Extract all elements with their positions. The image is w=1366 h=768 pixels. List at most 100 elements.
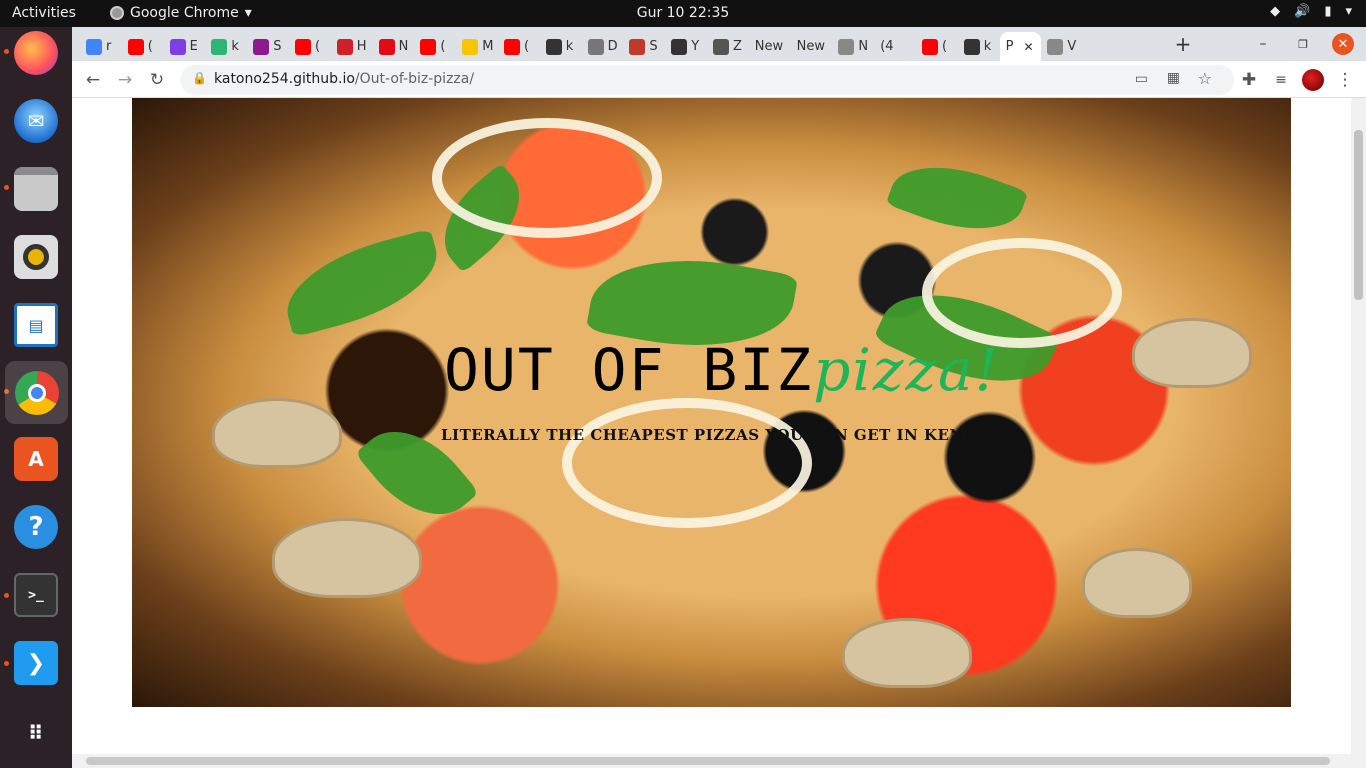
hero-title-accent: pizza! (813, 336, 1000, 404)
help-icon[interactable]: ? (10, 501, 62, 553)
terminal-icon[interactable]: >_ (10, 569, 62, 621)
tab[interactable]: D (582, 32, 624, 61)
tab[interactable]: M (456, 32, 498, 61)
new-tab-button[interactable]: + (1172, 32, 1194, 56)
tab[interactable]: S (623, 32, 665, 61)
tab-label: V (1067, 39, 1077, 54)
tab-label: ( (942, 39, 948, 54)
mushroom-slice (272, 518, 422, 598)
app-menu-label: Google Chrome (130, 5, 239, 21)
show-apps-icon[interactable]: ⠿ (10, 707, 62, 759)
rhythmbox-icon[interactable] (10, 231, 62, 283)
maximize-button[interactable]: ❐ (1292, 33, 1314, 55)
tab-label: S (649, 39, 658, 54)
url-host: katono254.github.io (214, 71, 355, 87)
media-control-icon[interactable]: ≡ (1268, 67, 1294, 93)
tab-label: H (356, 39, 367, 54)
address-bar[interactable]: 🔒 katono254.github.io/Out-of-biz-pizza/ … (180, 65, 1234, 95)
more-menu-icon[interactable]: ⋮ (1332, 67, 1358, 93)
tab-label: ( (315, 39, 321, 54)
bookmark-star-icon[interactable]: ☆ (1198, 69, 1212, 88)
tab-label: E (189, 39, 198, 54)
onion-ring (432, 118, 662, 238)
running-indicator (4, 49, 9, 54)
tab[interactable]: H (331, 32, 373, 61)
tab[interactable]: New (791, 32, 833, 61)
favicon-icon (545, 38, 562, 55)
tab[interactable]: r (80, 32, 122, 61)
qr-code-icon[interactable]: ▦ (1167, 70, 1180, 86)
tab[interactable]: N (832, 32, 874, 61)
tab-active[interactable]: P ✕ (999, 32, 1042, 61)
tab[interactable]: ( (414, 32, 456, 61)
tab[interactable]: E (164, 32, 206, 61)
horizontal-scrollbar[interactable] (72, 754, 1366, 768)
scrollbar-thumb[interactable] (86, 757, 1330, 765)
libreoffice-impress-icon[interactable]: ▤ (10, 299, 62, 351)
activities-button[interactable]: Activities (12, 5, 76, 21)
tab[interactable]: ( (498, 32, 540, 61)
hero-title: OUT OF BIZpizza! (444, 336, 1000, 404)
url-text[interactable]: katono254.github.io/Out-of-biz-pizza/ (214, 71, 474, 87)
minimize-button[interactable]: – (1252, 33, 1274, 55)
vertical-scrollbar[interactable] (1351, 98, 1366, 754)
mushroom-slice (212, 398, 342, 468)
favicon-icon (671, 38, 688, 55)
favicon-icon (420, 38, 437, 55)
mushroom-slice (1132, 318, 1252, 388)
favicon-icon (922, 38, 938, 55)
tab[interactable]: k (958, 32, 1000, 61)
favicon-icon (838, 38, 855, 55)
tab[interactable]: V (1041, 32, 1083, 61)
chrome-icon[interactable] (5, 361, 68, 424)
lock-icon: 🔒 (192, 71, 207, 85)
tab-label: Z (733, 39, 742, 54)
favicon-icon (587, 38, 604, 55)
tab[interactable]: k (540, 32, 582, 61)
gnome-top-bar: Activities Google Chrome ▾ Gur 10 22:35 … (0, 0, 1366, 27)
tab[interactable]: (4 (874, 32, 916, 61)
tab[interactable]: N (373, 32, 415, 61)
tab[interactable]: k (205, 32, 247, 61)
tab[interactable]: Y (665, 32, 707, 61)
scrollbar-thumb[interactable] (1354, 130, 1363, 300)
forward-button[interactable]: → (112, 67, 138, 93)
running-indicator (4, 593, 9, 598)
extensions-icon[interactable]: ✚ (1236, 67, 1262, 93)
battery-icon: ▮ (1324, 4, 1332, 19)
favicon-icon (127, 38, 144, 55)
cast-icon[interactable]: ▭ (1135, 71, 1148, 87)
tab-label: M (482, 39, 494, 54)
system-tray[interactable]: ◆ 🔊 ▮ ▾ (1270, 4, 1352, 19)
tab[interactable]: New (749, 32, 791, 61)
thunderbird-icon[interactable]: ✉ (10, 95, 62, 147)
app-menu[interactable]: Google Chrome ▾ (110, 5, 252, 21)
tab[interactable]: ( (122, 32, 164, 61)
tab-label: (4 (880, 39, 894, 54)
close-tab-icon[interactable]: ✕ (1023, 40, 1033, 54)
tab-label: Y (691, 39, 700, 54)
profile-avatar[interactable] (1300, 67, 1326, 93)
tab-label: ( (524, 39, 530, 54)
favicon-icon (629, 38, 646, 55)
firefox-icon[interactable] (10, 27, 62, 79)
favicon-icon (963, 38, 980, 55)
tab-strip: r(Ek S(H N(M(k D S Y Z New New N (4(k P ✕ V + – ❐ ✕ (72, 27, 1366, 61)
tab[interactable]: ( (916, 32, 958, 61)
tab[interactable]: Z (707, 32, 749, 61)
tab[interactable]: S (247, 32, 289, 61)
tab[interactable]: ( (289, 32, 331, 61)
favicon-icon (462, 38, 479, 55)
app-center-icon[interactable]: A (10, 433, 62, 485)
chevron-down-icon: ▾ (1345, 4, 1352, 19)
reload-button[interactable]: ↻ (144, 67, 170, 93)
back-button[interactable]: ← (80, 67, 106, 93)
tab-label: k (565, 39, 574, 54)
url-path: /Out-of-biz-pizza/ (354, 71, 475, 87)
close-window-button[interactable]: ✕ (1332, 33, 1354, 55)
favicon-icon (713, 38, 729, 55)
tab-label: New (754, 39, 784, 54)
files-icon[interactable] (10, 163, 62, 215)
onion-ring (562, 398, 812, 528)
vscode-icon[interactable]: ❯ (10, 637, 62, 689)
